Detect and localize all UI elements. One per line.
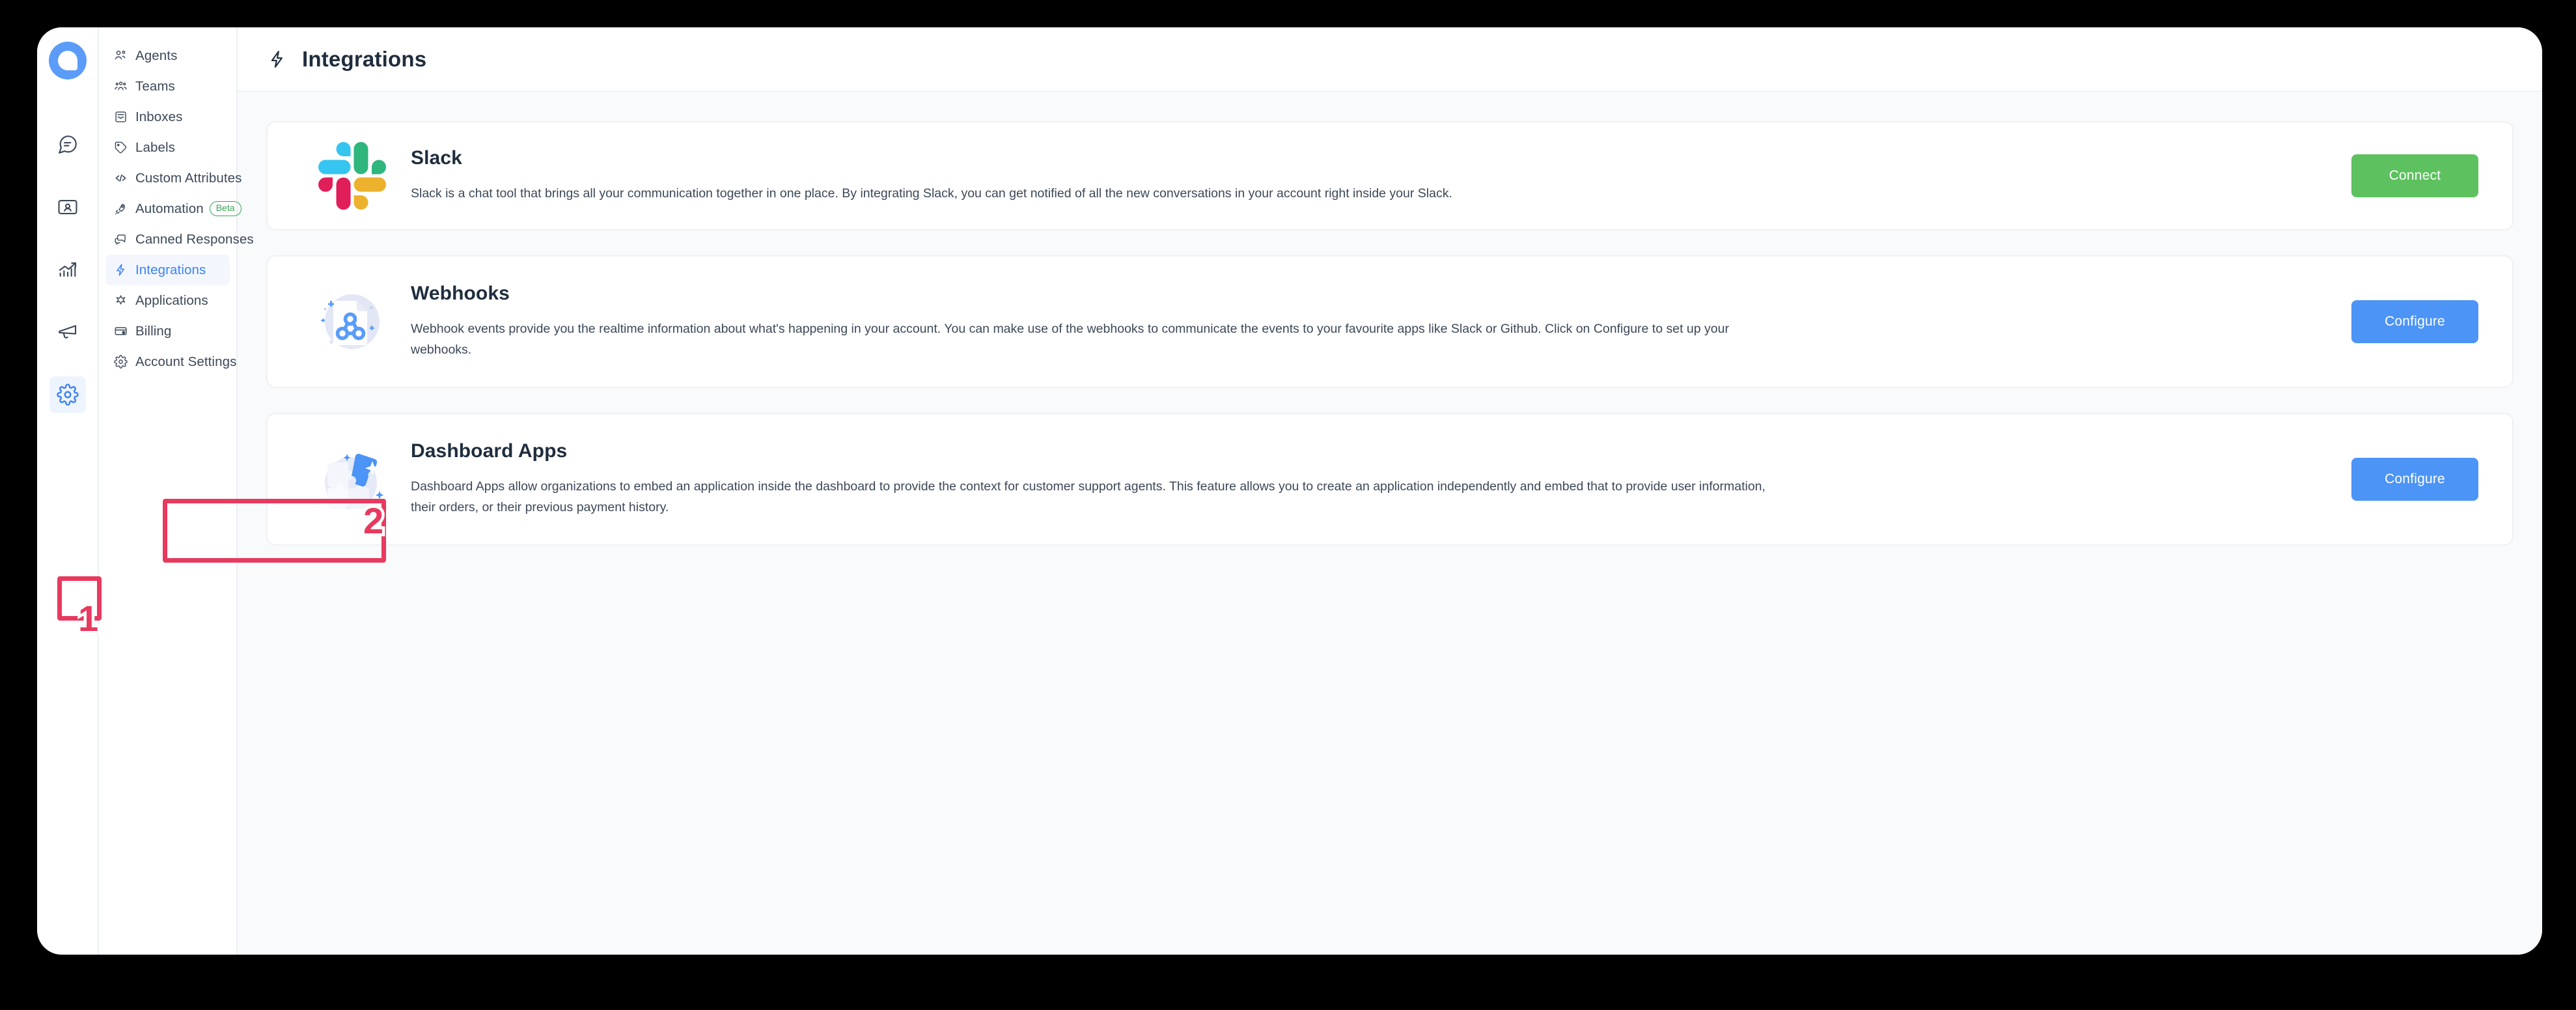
sidebar-item-inboxes[interactable]: Inboxes (105, 102, 230, 132)
sidebar-item-teams[interactable]: Teams (105, 71, 230, 102)
integration-cards-list: Slack Slack is a chat tool that brings a… (238, 92, 2542, 955)
integration-card-dashboard-apps: Dashboard Apps Dashboard Apps allow orga… (266, 413, 2514, 546)
sidebar-item-label: Canned Responses (135, 231, 254, 247)
sidebar-item-label: Billing (135, 323, 172, 339)
teams-icon (113, 79, 128, 94)
rail-item-conversations[interactable] (49, 126, 86, 163)
rail-item-contacts[interactable] (49, 189, 86, 225)
slack-logo (294, 142, 411, 210)
reports-icon (57, 259, 79, 281)
sidebar-item-custom-attributes[interactable]: Custom Attributes (105, 163, 242, 193)
card-action: Configure (2351, 300, 2478, 343)
card-description: Slack is a chat tool that brings all you… (411, 186, 1452, 201)
code-brackets-icon (113, 171, 128, 186)
card-description: Webhook events provide you the realtime … (411, 322, 1729, 357)
sidebar-item-label: Agents (135, 48, 178, 63)
sidebar-item-label: Applications (135, 292, 208, 308)
account-settings-gear-icon (113, 355, 128, 369)
sidebar-item-label: Inboxes (135, 109, 183, 124)
configure-dashboard-apps-button[interactable]: Configure (2351, 458, 2478, 501)
sidebar-item-labels[interactable]: Labels (105, 132, 230, 163)
labels-tag-icon (113, 141, 128, 155)
page-header: Integrations (238, 27, 2542, 92)
dashboard-apps-puzzle-illustration (294, 434, 411, 525)
sidebar-item-label: Teams (135, 78, 175, 94)
billing-card-icon (113, 324, 128, 339)
configure-webhooks-button[interactable]: Configure (2351, 300, 2478, 343)
main-content: Integrations Slack Slack is a chat tool … (238, 27, 2542, 955)
agents-icon (113, 49, 128, 63)
sidebar-item-label: Labels (135, 139, 176, 155)
sidebar-item-billing[interactable]: Billing (105, 316, 230, 346)
beta-badge: Beta (209, 201, 242, 216)
screen: Agents Teams Inboxes Labels Custom Attri… (0, 0, 2576, 1010)
contacts-icon (57, 196, 79, 218)
settings-gear-icon (56, 384, 79, 406)
sidebar-item-automation[interactable]: Automation Beta (105, 193, 242, 224)
card-title: Dashboard Apps (411, 440, 568, 462)
card-title: Slack (411, 147, 462, 169)
card-title: Webhooks (411, 283, 510, 305)
integration-card-webhooks: Webhooks Webhook events provide you the … (266, 255, 2514, 388)
applications-star-icon (113, 294, 128, 308)
secondary-sidebar: Agents Teams Inboxes Labels Custom Attri… (99, 27, 254, 955)
sidebar-item-label: Account Settings (135, 354, 237, 369)
integrations-bolt-icon (113, 263, 128, 277)
rail-item-campaigns[interactable] (49, 314, 86, 350)
automation-rocket-icon (113, 202, 128, 216)
rail-item-settings[interactable] (49, 376, 86, 413)
card-action: Configure (2351, 458, 2478, 501)
canned-responses-chat-icon (113, 232, 128, 247)
card-body: Slack Slack is a chat tool that brings a… (411, 147, 2351, 204)
connect-button[interactable]: Connect (2351, 154, 2478, 197)
sidebar-item-integrations[interactable]: Integrations (105, 255, 230, 285)
integration-card-slack: Slack Slack is a chat tool that brings a… (266, 121, 2514, 231)
card-action: Connect (2351, 154, 2478, 197)
sidebar-item-label: Automation (135, 201, 204, 216)
sidebar-item-label: Custom Attributes (135, 170, 242, 186)
primary-sidebar-rail (37, 27, 99, 955)
sidebar-item-canned-responses[interactable]: Canned Responses (105, 224, 254, 255)
logo-bubble-shape (57, 51, 77, 70)
rail-item-reports[interactable] (49, 251, 86, 288)
bolt-icon (267, 49, 288, 70)
inboxes-icon (113, 110, 128, 124)
sidebar-item-applications[interactable]: Applications (105, 285, 230, 316)
card-body: Webhooks Webhook events provide you the … (411, 283, 2351, 360)
conversations-icon (57, 133, 79, 156)
app-window: Agents Teams Inboxes Labels Custom Attri… (37, 27, 2542, 955)
card-body: Dashboard Apps Dashboard Apps allow orga… (411, 440, 2351, 518)
webhook-illustration (294, 276, 411, 367)
sidebar-item-label: Integrations (135, 262, 206, 277)
card-description: Dashboard Apps allow organizations to em… (411, 479, 1766, 514)
sidebar-item-agents[interactable]: Agents (105, 40, 230, 71)
campaigns-icon (57, 321, 79, 343)
page-title: Integrations (302, 46, 427, 71)
sidebar-item-account-settings[interactable]: Account Settings (105, 346, 236, 377)
chatwoot-logo[interactable] (48, 42, 87, 79)
